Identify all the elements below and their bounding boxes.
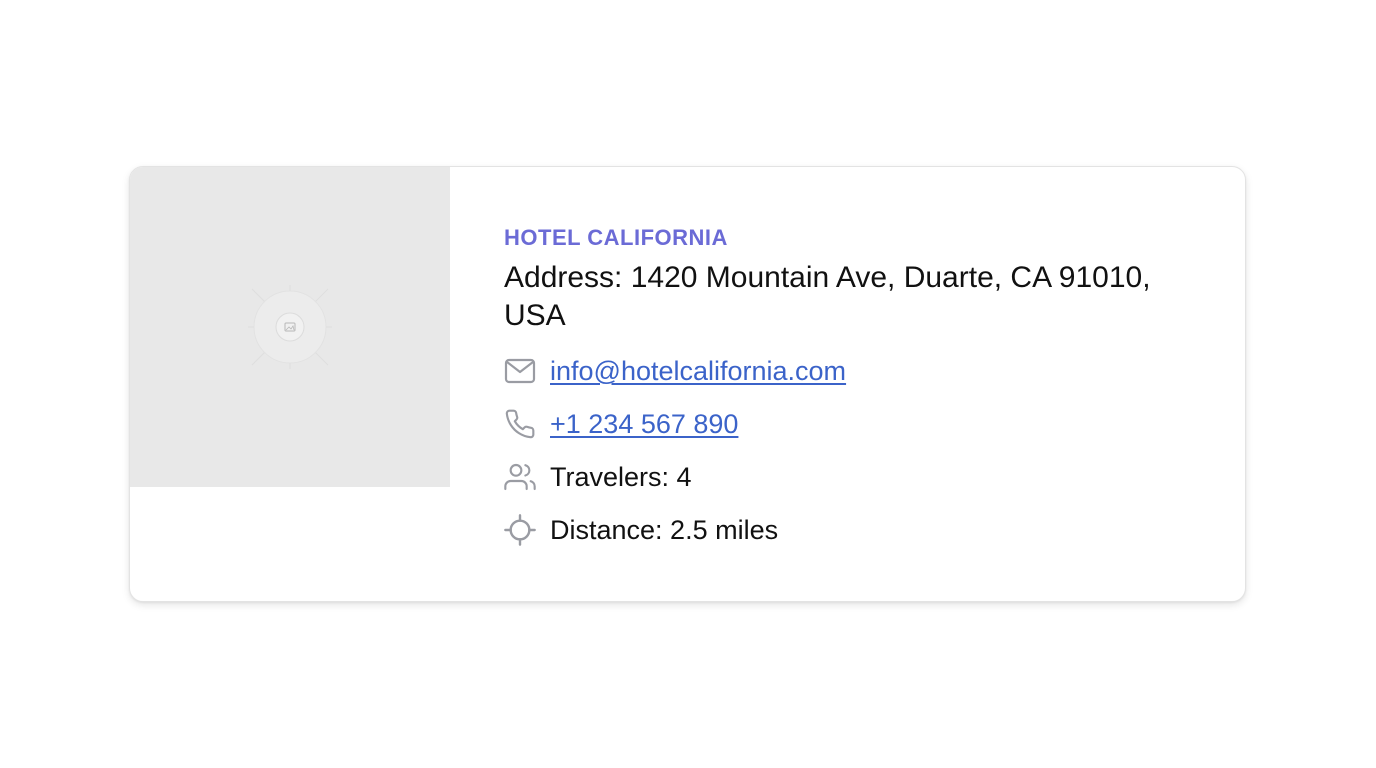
email-link[interactable]: info@hotelcalifornia.com (550, 353, 846, 389)
travelers-text: Travelers: 4 (550, 462, 692, 492)
hotel-name: HOTEL CALIFORNIA (504, 225, 728, 250)
phone-icon (504, 408, 536, 440)
hotel-address: Address: 1420 Mountain Ave, Duarte, CA 9… (504, 261, 1151, 332)
mail-icon (504, 355, 536, 387)
distance-row: Distance: 2.5 miles (504, 512, 1204, 548)
email-row: info@hotelcalifornia.com (504, 353, 1204, 389)
distance-text: Distance: 2.5 miles (550, 515, 779, 545)
phone-link[interactable]: +1 234 567 890 (550, 406, 738, 442)
hotel-details: HOTEL CALIFORNIA Address: 1420 Mountain … (504, 223, 1204, 548)
users-icon (504, 461, 536, 493)
crosshair-icon (504, 514, 536, 546)
hotel-image-placeholder (130, 167, 450, 487)
image-placeholder-icon (248, 285, 332, 369)
phone-row: +1 234 567 890 (504, 406, 1204, 442)
hotel-card: HOTEL CALIFORNIA Address: 1420 Mountain … (129, 166, 1246, 602)
travelers-row: Travelers: 4 (504, 459, 1204, 495)
